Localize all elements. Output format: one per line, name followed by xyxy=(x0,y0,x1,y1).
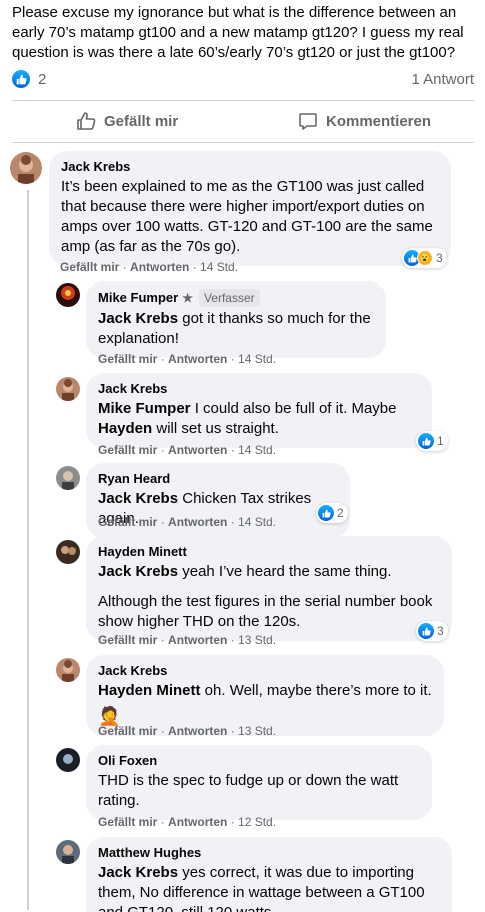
reaction-count: 2 xyxy=(337,506,344,520)
reply-reply-link[interactable]: Antworten xyxy=(168,724,227,738)
reply-author-row: Mike Fumper ★ Verfasser xyxy=(98,289,374,307)
reply-text-body: yeah I’ve heard the same thing. xyxy=(178,563,392,580)
reply-like-link[interactable]: Gefällt mir xyxy=(98,443,157,457)
reply-meta: Gefällt mir · Antworten · 13 Std. xyxy=(98,724,277,738)
comment-button-label: Kommentieren xyxy=(326,112,432,130)
star-icon: ★ xyxy=(182,291,193,305)
reply-text-body: oh. Well, maybe there’s more to it. xyxy=(200,682,432,699)
reply-author[interactable]: Hayden Minett xyxy=(98,544,440,560)
thread-line xyxy=(27,190,29,910)
reply-meta: Gefällt mir · Antworten · 14 Std. xyxy=(98,443,277,457)
answer-count-link[interactable]: 1 Antwort xyxy=(411,71,474,88)
post-reaction-count[interactable]: 2 xyxy=(38,71,46,88)
reply-bubble: Hayden Minett Jack Krebs yeah I’ve heard… xyxy=(86,536,452,641)
mention-link[interactable]: Hayden xyxy=(98,420,152,437)
author-badge: Verfasser xyxy=(198,289,260,307)
avatar[interactable] xyxy=(10,152,42,184)
like-button[interactable]: Gefällt mir xyxy=(76,104,178,138)
comment-author[interactable]: Jack Krebs xyxy=(61,159,439,175)
reply-author[interactable]: Ryan Heard xyxy=(98,471,338,487)
reply-time[interactable]: 12 Std. xyxy=(238,815,276,829)
reply-time[interactable]: 13 Std. xyxy=(238,633,276,647)
reaction-count: 3 xyxy=(436,251,443,265)
reply-author[interactable]: Matthew Hughes xyxy=(98,845,440,861)
reply-time[interactable]: 14 Std. xyxy=(238,515,276,529)
thumbs-up-icon xyxy=(77,112,96,130)
reply-text: Jack Krebs yeah I’ve heard the same thin… xyxy=(98,562,440,582)
avatar[interactable] xyxy=(56,283,80,307)
comment-icon xyxy=(299,113,317,130)
like-reaction-icon xyxy=(318,505,334,521)
reply-text: THD is the spec to fudge up or down the … xyxy=(98,772,399,809)
mention-link[interactable]: Jack Krebs xyxy=(98,490,178,507)
reply-text-body: will set us straight. xyxy=(152,420,279,437)
reply-author[interactable]: Jack Krebs xyxy=(98,381,420,397)
avatar[interactable] xyxy=(56,658,80,682)
reply-text: Jack Krebs got it thanks so much for the… xyxy=(98,309,374,349)
reaction-count: 3 xyxy=(437,624,444,638)
reply-reactions[interactable]: 3 xyxy=(416,621,448,641)
reply-bubble: Mike Fumper ★ Verfasser Jack Krebs got i… xyxy=(86,281,386,358)
reply-author[interactable]: Jack Krebs xyxy=(98,663,432,679)
reply-meta: Gefällt mir · Antworten · 12 Std. xyxy=(98,815,277,829)
like-reaction-icon xyxy=(418,433,434,449)
comment-time[interactable]: 14 Std. xyxy=(200,260,238,274)
reply-reply-link[interactable]: Antworten xyxy=(168,815,227,829)
reply-reply-link[interactable]: Antworten xyxy=(168,515,227,529)
avatar[interactable] xyxy=(56,466,80,490)
wow-reaction-icon: 😮 xyxy=(417,250,433,266)
like-reaction-icon xyxy=(418,623,434,639)
reply-text-body: I could also be full of it. Maybe xyxy=(190,400,397,417)
comment-meta: Gefällt mir · Antworten · 14 Std. xyxy=(60,260,239,274)
reply-text: Jack Krebs yes correct, it was due to im… xyxy=(98,863,440,912)
avatar[interactable] xyxy=(56,840,80,864)
comment-like-link[interactable]: Gefällt mir xyxy=(60,260,119,274)
reply-text-paragraph: Although the test figures in the serial … xyxy=(98,593,433,630)
post-reactions-bar: 2 1 Antwort xyxy=(12,70,474,90)
reply-reply-link[interactable]: Antworten xyxy=(168,443,227,457)
reply-like-link[interactable]: Gefällt mir xyxy=(98,515,157,529)
reply-meta: Gefällt mir · Antworten · 13 Std. xyxy=(98,633,277,647)
post-text: Please excuse my ignorance but what is t… xyxy=(12,4,464,61)
reply-time[interactable]: 14 Std. xyxy=(238,443,276,457)
mention-link[interactable]: Hayden Minett xyxy=(98,682,201,699)
reply-like-link[interactable]: Gefällt mir xyxy=(98,724,157,738)
comment-bubble: Jack Krebs It’s been explained to me as … xyxy=(49,151,451,266)
reply-meta: Gefällt mir · Antworten · 14 Std. xyxy=(98,515,277,529)
reply-author[interactable]: Oli Foxen xyxy=(98,753,420,769)
reply-time[interactable]: 13 Std. xyxy=(238,724,276,738)
reply-reply-link[interactable]: Antworten xyxy=(168,633,227,647)
reply-text: Hayden Minett oh. Well, maybe there’s mo… xyxy=(98,681,432,701)
reply-meta: Gefällt mir · Antworten · 14 Std. xyxy=(98,352,277,366)
reply-bubble: Oli Foxen THD is the spec to fudge up or… xyxy=(86,745,432,820)
reply-like-link[interactable]: Gefällt mir xyxy=(98,633,157,647)
reply-bubble: Matthew Hughes Jack Krebs yes correct, i… xyxy=(86,837,452,912)
mention-link[interactable]: Jack Krebs xyxy=(98,310,178,327)
divider xyxy=(12,142,474,143)
mention-link[interactable]: Jack Krebs xyxy=(98,864,178,881)
reaction-count: 1 xyxy=(437,434,444,448)
reply-like-link[interactable]: Gefällt mir xyxy=(98,815,157,829)
reply-bubble: Jack Krebs Mike Fumper I could also be f… xyxy=(86,373,432,448)
mention-link[interactable]: Mike Fumper xyxy=(98,400,191,417)
avatar[interactable] xyxy=(56,377,80,401)
like-button-label: Gefällt mir xyxy=(104,112,179,130)
reply-time[interactable]: 14 Std. xyxy=(238,352,276,366)
divider xyxy=(12,100,474,101)
like-reaction-icon[interactable] xyxy=(12,70,30,88)
reply-reactions[interactable]: 2 xyxy=(316,503,348,523)
reply-author[interactable]: Mike Fumper xyxy=(98,290,178,306)
comment-text: It’s been explained to me as the GT100 w… xyxy=(61,178,433,255)
avatar[interactable] xyxy=(56,748,80,772)
reply-text: Mike Fumper I could also be full of it. … xyxy=(98,399,420,439)
mention-link[interactable]: Jack Krebs xyxy=(98,563,178,580)
reply-like-link[interactable]: Gefällt mir xyxy=(98,352,157,366)
avatar[interactable] xyxy=(56,540,80,564)
reply-reply-link[interactable]: Antworten xyxy=(168,352,227,366)
comment-button[interactable]: Kommentieren xyxy=(298,104,431,138)
comment-reply-link[interactable]: Antworten xyxy=(130,260,189,274)
comment-reactions[interactable]: 😮 3 xyxy=(402,248,447,268)
reply-reactions[interactable]: 1 xyxy=(416,431,448,451)
